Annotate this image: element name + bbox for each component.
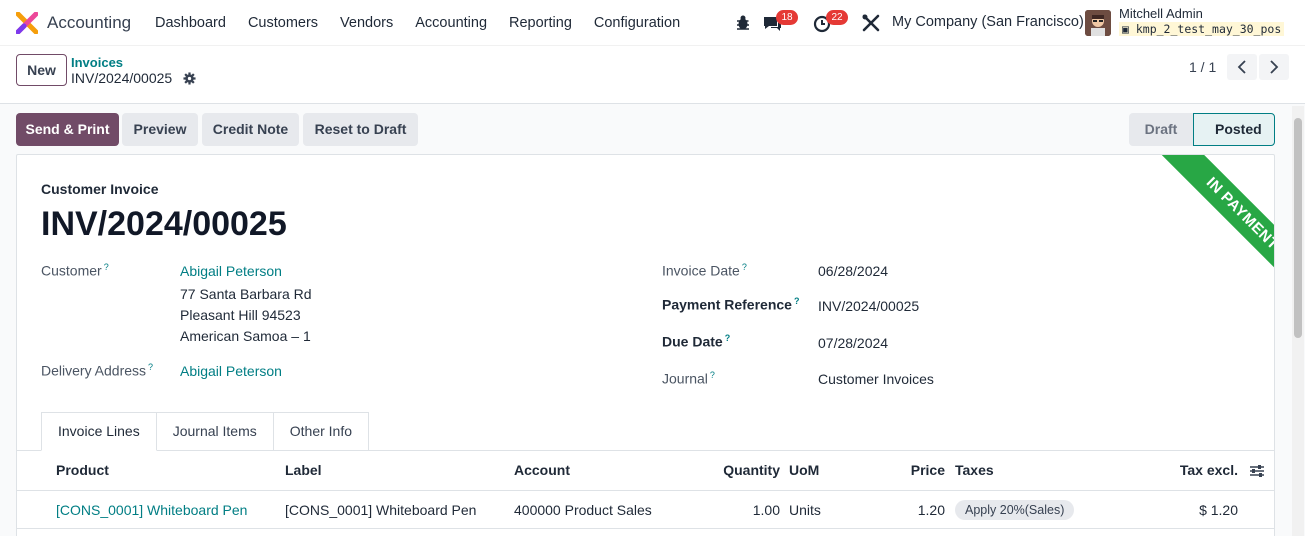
activities-badge: 22	[826, 10, 848, 25]
due-date-label: Due Date?	[662, 333, 730, 350]
column-account[interactable]: Account	[514, 462, 570, 478]
journal-label-text: Journal	[662, 370, 708, 387]
scrollbar-thumb[interactable]	[1294, 118, 1302, 338]
help-icon[interactable]: ?	[710, 370, 715, 380]
credit-note-button[interactable]: Credit Note	[202, 113, 299, 146]
messages-badge: 18	[776, 10, 798, 25]
control-panel: New Invoices INV/2024/00025 1 / 1	[0, 46, 1305, 104]
invoice-sheet: IN PAYMENT Customer Invoice INV/2024/000…	[16, 154, 1275, 536]
new-button[interactable]: New	[16, 54, 67, 86]
tab-invoice-lines[interactable]: Invoice Lines	[41, 412, 157, 451]
chevron-left-icon	[1237, 60, 1246, 74]
company-switcher[interactable]: My Company (San Francisco)	[892, 14, 1084, 30]
customer-label: Customer?	[41, 262, 109, 279]
address-line-3: American Samoa – 1	[180, 328, 311, 344]
row-product[interactable]: [CONS_0001] Whiteboard Pen	[56, 502, 247, 518]
breadcrumb-current: INV/2024/00025	[71, 70, 173, 86]
column-label[interactable]: Label	[285, 462, 322, 478]
tab-journal-items[interactable]: Journal Items	[155, 412, 274, 451]
user-avatar[interactable]	[1085, 10, 1111, 36]
customer-label-text: Customer	[41, 262, 102, 279]
user-avatar-image	[1085, 10, 1111, 36]
row-tax-excl: $ 1.20	[1199, 502, 1238, 518]
menu-configuration[interactable]: Configuration	[583, 0, 691, 46]
payment-reference-field[interactable]: INV/2024/00025	[818, 298, 919, 314]
main-menu: Dashboard Customers Vendors Accounting R…	[144, 0, 691, 46]
status-ribbon: IN PAYMENT	[1135, 155, 1274, 315]
column-product[interactable]: Product	[56, 462, 109, 478]
journal-label: Journal?	[662, 370, 715, 387]
payment-reference-label-text: Payment Reference	[662, 296, 792, 313]
bug-icon[interactable]	[732, 12, 754, 34]
column-settings-icon[interactable]	[1249, 463, 1265, 479]
database-label: kmp_2_test_may_30_pos	[1135, 22, 1282, 36]
row-uom[interactable]: Units	[789, 502, 821, 518]
menu-vendors[interactable]: Vendors	[329, 0, 404, 46]
delivery-address-label-text: Delivery Address	[41, 362, 147, 379]
table-header: Product Label Account Quantity UoM Price…	[17, 451, 1274, 491]
row-account[interactable]: 400000 Product Sales	[514, 502, 652, 518]
invoice-date-field[interactable]: 06/28/2024	[818, 263, 888, 279]
pager-value[interactable]: 1 / 1	[1189, 59, 1216, 75]
pager-next-button[interactable]	[1259, 54, 1289, 80]
invoice-number: INV/2024/00025	[41, 205, 287, 243]
ribbon-label: IN PAYMENT	[1150, 155, 1274, 306]
row-label[interactable]: [CONS_0001] Whiteboard Pen	[285, 502, 476, 518]
help-icon[interactable]: ?	[742, 262, 747, 272]
address-line-1: 77 Santa Barbara Rd	[180, 286, 312, 302]
invoice-date-label: Invoice Date?	[662, 262, 747, 279]
accounting-app-icon[interactable]	[16, 12, 38, 34]
invoice-type: Customer Invoice	[41, 181, 159, 197]
status-draft[interactable]: Draft	[1129, 113, 1193, 146]
menu-customers[interactable]: Customers	[237, 0, 329, 46]
menu-accounting[interactable]: Accounting	[404, 0, 498, 46]
customer-field[interactable]: Abigail Peterson	[180, 263, 282, 279]
row-price[interactable]: 1.20	[918, 502, 945, 518]
app-name[interactable]: Accounting	[47, 13, 131, 33]
payment-reference-label: Payment Reference?	[662, 296, 799, 313]
preview-button[interactable]: Preview	[122, 113, 198, 146]
invoice-date-label-text: Invoice Date	[662, 262, 740, 279]
delivery-address-field[interactable]: Abigail Peterson	[180, 363, 282, 379]
help-icon[interactable]: ?	[725, 333, 731, 343]
reset-to-draft-button[interactable]: Reset to Draft	[303, 113, 418, 146]
pager-previous-button[interactable]	[1227, 54, 1257, 80]
tools-icon[interactable]	[860, 12, 882, 34]
help-icon[interactable]: ?	[104, 262, 109, 272]
column-taxes[interactable]: Taxes	[955, 462, 994, 478]
help-icon[interactable]: ?	[148, 362, 153, 372]
user-name[interactable]: Mitchell Admin	[1119, 6, 1203, 21]
menu-dashboard[interactable]: Dashboard	[144, 0, 237, 46]
table-row[interactable]: [CONS_0001] Whiteboard Pen [CONS_0001] W…	[17, 492, 1274, 529]
status-posted: Posted	[1193, 113, 1275, 146]
column-price[interactable]: Price	[911, 462, 945, 478]
address-line-2: Pleasant Hill 94523	[180, 307, 301, 323]
journal-field[interactable]: Customer Invoices	[818, 371, 934, 387]
column-quantity[interactable]: Quantity	[723, 462, 780, 478]
due-date-label-text: Due Date	[662, 333, 723, 350]
gear-icon[interactable]	[183, 72, 196, 85]
status-bar: Draft Posted	[1129, 113, 1275, 146]
breadcrumb-invoices[interactable]: Invoices	[71, 55, 123, 70]
database-name: ▣ kmp_2_test_may_30_pos	[1119, 22, 1285, 36]
form-tabs: Invoice Lines Journal Items Other Info	[41, 412, 370, 451]
database-icon: ▣	[1122, 22, 1136, 36]
send-print-button[interactable]: Send & Print	[16, 113, 119, 146]
column-uom[interactable]: UoM	[789, 462, 819, 478]
tab-other-info[interactable]: Other Info	[272, 412, 370, 451]
help-icon[interactable]: ?	[794, 296, 800, 306]
row-tax-tag[interactable]: Apply 20%(Sales)	[955, 500, 1075, 520]
page-scrollbar[interactable]	[1292, 106, 1304, 536]
chevron-right-icon	[1270, 60, 1279, 74]
row-quantity[interactable]: 1.00	[753, 502, 780, 518]
delivery-address-label: Delivery Address?	[41, 362, 153, 379]
top-navbar: Accounting Dashboard Customers Vendors A…	[0, 0, 1305, 46]
column-tax-excl[interactable]: Tax excl.	[1180, 462, 1238, 478]
menu-reporting[interactable]: Reporting	[498, 0, 583, 46]
due-date-field[interactable]: 07/28/2024	[818, 335, 888, 351]
